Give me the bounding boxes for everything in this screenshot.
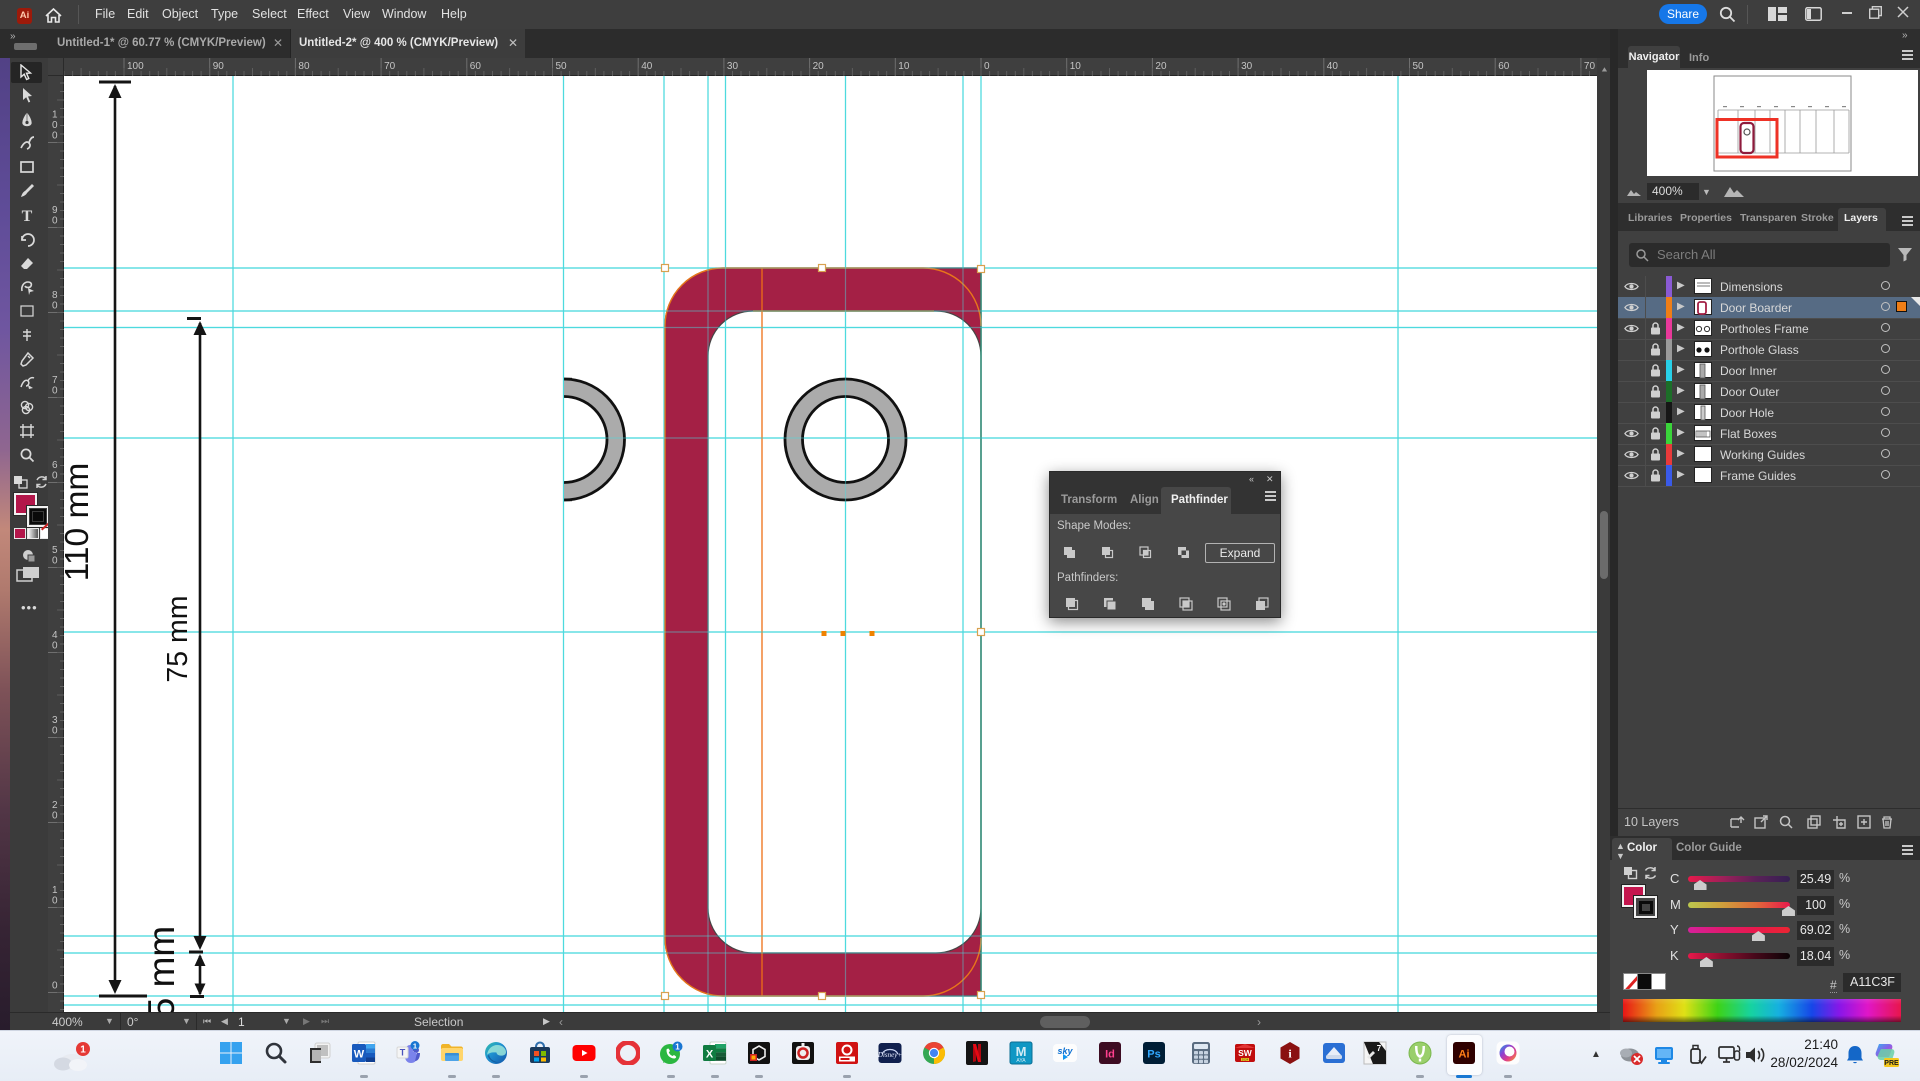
svg-text:0: 0 — [984, 61, 990, 72]
svg-text:0: 0 — [52, 981, 58, 992]
svg-text:Id: Id — [1105, 1049, 1115, 1061]
svg-text:W: W — [354, 1049, 365, 1061]
svg-text:0: 0 — [52, 811, 58, 822]
svg-text:10: 10 — [1070, 61, 1082, 72]
svg-text:T: T — [400, 1048, 406, 1058]
svg-text:SW: SW — [1238, 1048, 1253, 1058]
svg-text:4: 4 — [52, 630, 58, 641]
svg-text:5: 5 — [52, 545, 58, 556]
svg-text:1: 1 — [675, 1043, 680, 1052]
svg-text:40: 40 — [641, 61, 653, 72]
svg-text:0: 0 — [52, 641, 58, 652]
svg-text:100: 100 — [127, 61, 144, 72]
svg-text:1: 1 — [413, 1042, 417, 1051]
svg-text:1: 1 — [52, 110, 58, 121]
svg-text:9: 9 — [52, 205, 58, 216]
svg-text:X: X — [706, 1049, 714, 1061]
svg-text:Ai: Ai — [1459, 1049, 1470, 1061]
svg-text:T: T — [22, 208, 33, 224]
svg-text:Ps: Ps — [1147, 1049, 1160, 1061]
svg-text:PRE: PRE — [1884, 1060, 1899, 1067]
svg-text:70: 70 — [1584, 61, 1596, 72]
svg-text:1: 1 — [80, 1045, 86, 1056]
svg-text:50: 50 — [556, 61, 568, 72]
svg-text:30: 30 — [727, 61, 739, 72]
svg-text:70: 70 — [384, 61, 396, 72]
svg-text:Disney+: Disney+ — [878, 1051, 902, 1059]
svg-text:8: 8 — [52, 290, 58, 301]
svg-text:0: 0 — [52, 386, 58, 397]
svg-text:10: 10 — [898, 61, 910, 72]
svg-text:7: 7 — [1377, 1044, 1382, 1053]
svg-text:6: 6 — [52, 460, 58, 471]
svg-text:0: 0 — [52, 896, 58, 907]
svg-text:0: 0 — [52, 120, 58, 131]
svg-text:0: 0 — [52, 131, 58, 142]
svg-text:50: 50 — [1413, 61, 1425, 72]
svg-text:20: 20 — [813, 61, 825, 72]
svg-text:90: 90 — [213, 61, 225, 72]
svg-text:0: 0 — [52, 726, 58, 737]
svg-text:110 mm: 110 mm — [64, 463, 96, 582]
svg-text:5 mm: 5 mm — [141, 926, 182, 1012]
svg-text:40: 40 — [1327, 61, 1339, 72]
svg-text:AYA: AYA — [1016, 1058, 1026, 1064]
svg-text:0: 0 — [52, 301, 58, 312]
svg-text:M: M — [1016, 1044, 1027, 1059]
svg-text:3: 3 — [52, 715, 58, 726]
svg-text:60: 60 — [1498, 61, 1510, 72]
svg-text:80: 80 — [298, 61, 310, 72]
svg-text:0: 0 — [52, 556, 58, 567]
svg-text:7: 7 — [52, 375, 58, 386]
svg-text:2: 2 — [52, 800, 58, 811]
svg-text:2024: 2024 — [1242, 1058, 1249, 1062]
svg-text:75 mm: 75 mm — [162, 595, 194, 682]
svg-text:20: 20 — [1155, 61, 1167, 72]
svg-text:1: 1 — [52, 885, 58, 896]
svg-text:sky: sky — [1057, 1046, 1073, 1056]
svg-text:0: 0 — [52, 216, 58, 227]
svg-text:60: 60 — [470, 61, 482, 72]
svg-text:0: 0 — [52, 471, 58, 482]
svg-text:30: 30 — [1241, 61, 1253, 72]
